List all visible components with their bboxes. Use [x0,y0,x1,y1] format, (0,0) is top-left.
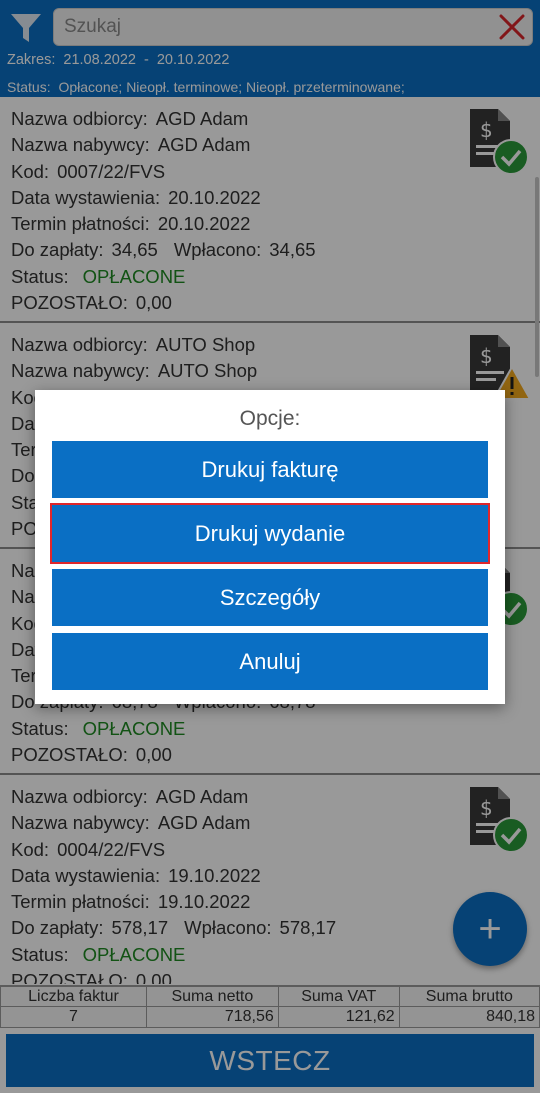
cancel-button[interactable]: Anuluj [52,633,488,690]
print-issue-button[interactable]: Drukuj wydanie [50,503,490,564]
dialog-title: Opcje: [239,407,301,430]
details-button[interactable]: Szczegóły [52,569,488,626]
print-invoice-button[interactable]: Drukuj fakturę [52,441,488,498]
options-dialog: Opcje: Drukuj fakturę Drukuj wydanie Szc… [35,390,505,704]
